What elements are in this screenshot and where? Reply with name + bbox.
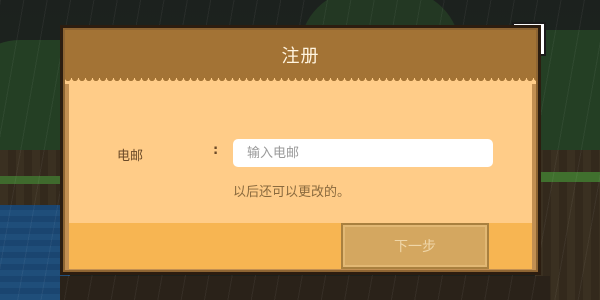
- email-hint: 以后还可以更改的。: [233, 185, 351, 200]
- dialog-body: 电邮 : 以后还可以更改的。: [69, 83, 532, 223]
- dialog-title: 注册: [281, 46, 320, 67]
- next-button[interactable]: 下一步: [341, 223, 489, 269]
- dialog-footer: 下一步: [69, 223, 532, 269]
- register-dialog: 注册 电邮 : 以后还可以更改的。 下一步: [60, 25, 541, 275]
- dialog-header: 注册: [65, 30, 536, 80]
- email-input[interactable]: [233, 139, 493, 167]
- email-label: 电邮: [117, 149, 144, 164]
- next-button-label: 下一步: [394, 239, 436, 255]
- label-colon: :: [213, 143, 219, 158]
